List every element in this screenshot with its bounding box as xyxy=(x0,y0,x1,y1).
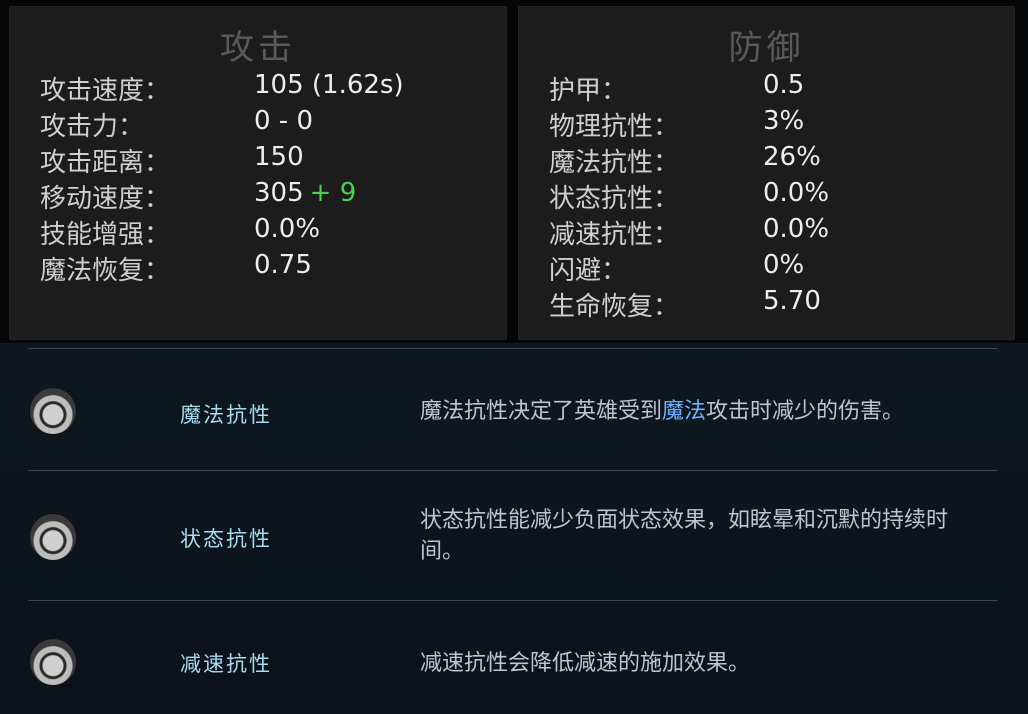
desc-text: 魔法抗性决定了英雄受到 xyxy=(420,399,663,424)
stat-value: 105 (1.62s) xyxy=(254,70,404,100)
desc-highlight: 魔法 xyxy=(662,399,707,424)
stat-label: 魔法抗性： xyxy=(549,148,680,178)
stat-row-move-speed: 移动速度： 305 + 9 xyxy=(40,178,500,214)
info-name: 减速抗性 xyxy=(180,652,272,676)
stat-row-health-regen: 生命恢复： 5.70 xyxy=(549,286,1009,322)
info-desc: 魔法抗性决定了英雄受到魔法攻击时减少的伤害。 xyxy=(420,396,990,427)
stat-value: 0% xyxy=(763,250,805,280)
stat-row-spell-amp: 技能增强： 0.0% xyxy=(40,214,500,250)
stat-label: 技能增强： xyxy=(40,220,171,250)
stat-value: 0.0% xyxy=(763,214,830,244)
stat-label: 移动速度： xyxy=(40,184,171,214)
stat-value: 0.0% xyxy=(763,178,830,208)
ring-icon xyxy=(30,388,76,434)
info-row-status-resist: 状态抗性 状态抗性能减少负面状态效果，如眩晕和沉默的持续时间。 xyxy=(0,471,1028,601)
stat-label: 攻击距离： xyxy=(40,148,171,178)
stat-row-armor: 护甲： 0.5 xyxy=(549,70,1009,106)
attack-title: 攻击 xyxy=(220,28,296,68)
stat-value: 0.75 xyxy=(254,250,312,280)
stat-label: 减速抗性： xyxy=(549,220,680,250)
stat-row-magic-resist[interactable]: 魔法抗性： 26% xyxy=(549,142,1009,178)
stat-label: 魔法恢复： xyxy=(40,256,171,286)
stat-label: 状态抗性： xyxy=(549,184,680,214)
desc-text: 攻击时减少的伤害。 xyxy=(706,399,905,424)
desc-text: 减速抗性会降低减速的施加效果。 xyxy=(420,651,751,676)
stat-row-attack-range: 攻击距离： 150 xyxy=(40,142,500,178)
stat-label: 护甲： xyxy=(549,76,628,106)
stat-value: 0.5 xyxy=(763,70,805,100)
info-name: 魔法抗性 xyxy=(180,403,272,427)
ring-icon xyxy=(30,639,76,685)
stat-value: 150 xyxy=(254,142,304,172)
stat-row-physical-resist: 物理抗性： 3% xyxy=(549,106,1009,142)
move-speed-base: 305 xyxy=(254,178,304,208)
stat-label: 闪避： xyxy=(549,256,628,286)
defense-panel: 防御 护甲： 0.5 物理抗性： 3% 魔法抗性： 26% 状态抗性： 0.0%… xyxy=(518,6,1015,340)
info-row-slow-resist: 减速抗性 减速抗性会降低减速的施加效果。 xyxy=(0,601,1028,714)
stat-row-mana-regen: 魔法恢复： 0.75 xyxy=(40,250,500,286)
desc-text: 状态抗性能减少负面状态效果，如眩晕和沉默的持续时间。 xyxy=(420,508,949,564)
move-speed-bonus: + 9 xyxy=(309,178,357,208)
stat-value: 305 + 9 xyxy=(254,178,356,208)
stat-value: 26% xyxy=(763,142,821,172)
stat-label: 物理抗性： xyxy=(549,112,680,142)
info-name: 状态抗性 xyxy=(180,527,272,551)
stat-row-status-resist[interactable]: 状态抗性： 0.0% xyxy=(549,178,1009,214)
stat-value: 5.70 xyxy=(763,286,821,316)
stat-row-evasion: 闪避： 0% xyxy=(549,250,1009,286)
info-desc: 状态抗性能减少负面状态效果，如眩晕和沉默的持续时间。 xyxy=(420,505,990,567)
info-desc: 减速抗性会降低减速的施加效果。 xyxy=(420,648,990,679)
stat-value: 0.0% xyxy=(254,214,321,244)
stat-label: 生命恢复： xyxy=(549,292,680,322)
stats-section: 攻击 攻击速度： 105 (1.62s) 攻击力： 0 - 0 攻击距离： 15… xyxy=(0,0,1028,343)
attack-panel: 攻击 攻击速度： 105 (1.62s) 攻击力： 0 - 0 攻击距离： 15… xyxy=(9,6,507,340)
stat-label: 攻击力： xyxy=(40,112,145,142)
info-row-magic-resist: 魔法抗性 魔法抗性决定了英雄受到魔法攻击时减少的伤害。 xyxy=(0,349,1028,471)
defense-title: 防御 xyxy=(728,28,805,68)
stat-row-attack-damage: 攻击力： 0 - 0 xyxy=(40,106,500,142)
stat-label: 攻击速度： xyxy=(40,76,171,106)
stat-value: 0 - 0 xyxy=(254,106,313,136)
stat-row-attack-speed: 攻击速度： 105 (1.62s) xyxy=(40,70,500,106)
info-section: 魔法抗性 魔法抗性决定了英雄受到魔法攻击时减少的伤害。 状态抗性 状态抗性能减少… xyxy=(0,343,1028,714)
ring-icon xyxy=(30,514,76,560)
stat-row-slow-resist[interactable]: 减速抗性： 0.0% xyxy=(549,214,1009,250)
stat-value: 3% xyxy=(763,106,805,136)
